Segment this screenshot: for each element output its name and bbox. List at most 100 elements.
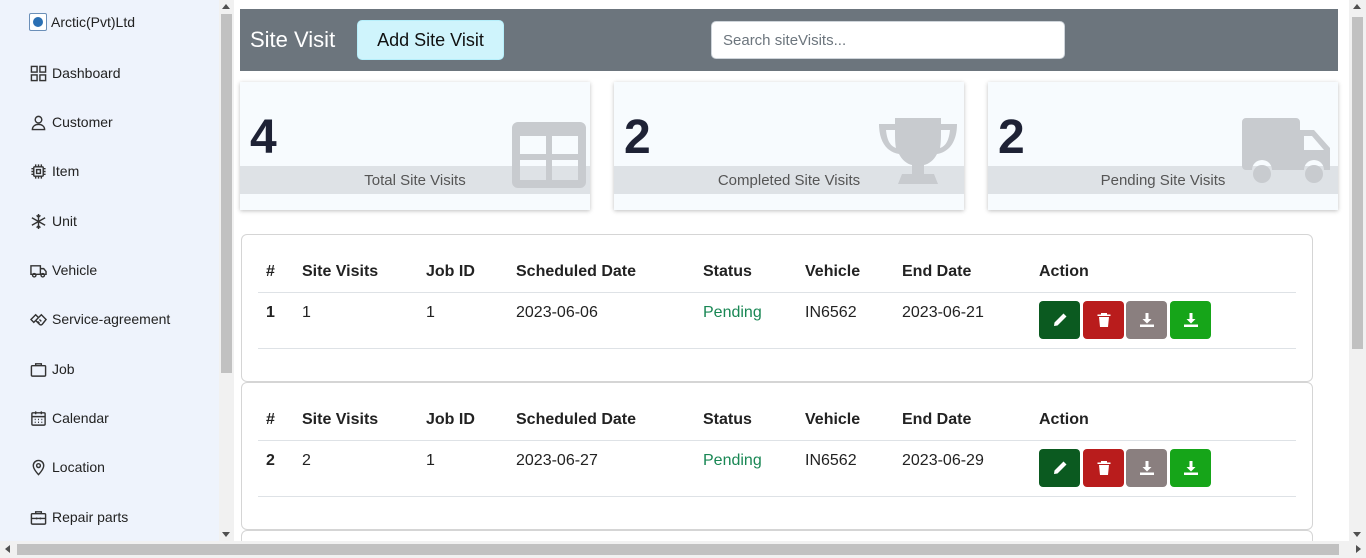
sidebar-scrollbar[interactable] (219, 0, 234, 541)
sidebar-item-label: Repair parts (52, 509, 129, 525)
brand-logo (29, 13, 47, 31)
stat-card-completed: 2 Completed Site Visits (614, 82, 964, 210)
table-header-row: # Site Visits Job ID Scheduled Date Stat… (258, 263, 1296, 293)
horizontal-scrollbar-thumb[interactable] (17, 544, 1339, 555)
sidebar-item-vehicle[interactable]: Vehicle (29, 259, 97, 281)
column-header-status: Status (703, 411, 752, 428)
search-input[interactable] (711, 21, 1065, 59)
trash-icon (1097, 461, 1110, 475)
stat-value: 4 (250, 111, 277, 164)
column-header-end-date: End Date (902, 263, 972, 280)
site-visit-card: # Site Visits Job ID Scheduled Date Stat… (241, 382, 1313, 530)
trash-icon (1097, 313, 1110, 327)
brand-name: Arctic(Pvt)Ltd (51, 14, 136, 30)
toolbox-icon (29, 508, 47, 526)
stat-value: 2 (624, 111, 651, 164)
end-date-cell: 2023-06-21 (902, 304, 984, 321)
sidebar-item-location[interactable]: Location (29, 456, 105, 478)
column-header-vehicle: Vehicle (805, 263, 861, 280)
scheduled-date-cell: 2023-06-27 (516, 452, 598, 469)
stat-card-total: 4 Total Site Visits (240, 82, 590, 210)
download-icon (1139, 313, 1154, 327)
job-id-cell: 1 (426, 304, 435, 321)
scroll-down-arrow-icon[interactable] (1353, 532, 1361, 537)
sidebar-item-service-agreement[interactable]: Service-agreement (29, 308, 170, 330)
pencil-icon (1053, 313, 1066, 326)
scroll-down-arrow-icon[interactable] (222, 532, 230, 537)
scroll-up-arrow-icon[interactable] (1353, 4, 1361, 9)
sidebar-item-dashboard[interactable]: Dashboard (29, 62, 121, 84)
sidebar-item-label: Unit (52, 213, 77, 229)
pencil-icon (1053, 461, 1066, 474)
status-badge: Pending (703, 304, 762, 321)
sidebar-item-calendar[interactable]: Calendar (29, 407, 109, 429)
column-header-action: Action (1039, 263, 1089, 280)
page-header: Site Visit Add Site Visit (240, 9, 1338, 71)
brand[interactable]: Arctic(Pvt)Ltd (29, 13, 135, 31)
column-header-scheduled-date: Scheduled Date (516, 263, 637, 280)
stat-label: Pending Site Visits (1100, 172, 1226, 189)
page-title: Site Visit (250, 27, 336, 52)
vehicle-cell: IN6562 (805, 304, 857, 321)
snowflake-icon (29, 212, 47, 230)
column-header-index: # (266, 411, 275, 428)
edit-button[interactable] (1039, 301, 1080, 339)
sidebar-scrollbar-thumb[interactable] (221, 14, 232, 373)
row-index: 2 (266, 452, 275, 469)
handshake-icon (29, 310, 47, 328)
sidebar-item-label: Vehicle (52, 262, 98, 278)
vertical-scrollbar-thumb[interactable] (1352, 17, 1363, 349)
site-visit-cell: 2 (302, 452, 311, 469)
sidebar-item-repair-parts[interactable]: Repair parts (29, 506, 128, 528)
export-button[interactable] (1170, 301, 1211, 339)
person-icon (29, 113, 47, 131)
table-row: 2 2 1 2023-06-27 Pending IN6562 2023-06-… (258, 440, 1296, 497)
chip-icon (29, 162, 47, 180)
site-visit-card: # Site Visits Job ID Scheduled Date Stat… (241, 234, 1313, 382)
download-button[interactable] (1126, 301, 1167, 339)
scroll-left-arrow-icon[interactable] (5, 545, 10, 553)
add-site-visit-button[interactable]: Add Site Visit (357, 20, 504, 60)
sidebar: Arctic(Pvt)Ltd Dashboard Customer Item U… (0, 0, 219, 541)
table-header-row: # Site Visits Job ID Scheduled Date Stat… (258, 411, 1296, 441)
column-header-end-date: End Date (902, 411, 972, 428)
sidebar-item-label: Calendar (52, 410, 109, 426)
page-horizontal-scrollbar[interactable] (0, 541, 1366, 558)
column-header-index: # (266, 263, 275, 280)
end-date-cell: 2023-06-29 (902, 452, 984, 469)
column-header-vehicle: Vehicle (805, 411, 861, 428)
sidebar-item-label: Customer (52, 114, 113, 130)
app-window: Arctic(Pvt)Ltd Dashboard Customer Item U… (0, 0, 1366, 558)
sidebar-item-customer[interactable]: Customer (29, 111, 113, 133)
sidebar-item-item[interactable]: Item (29, 160, 79, 182)
export-button[interactable] (1170, 449, 1211, 487)
column-header-site-visits: Site Visits (302, 411, 379, 428)
stat-label: Completed Site Visits (717, 172, 861, 189)
sidebar-item-unit[interactable]: Unit (29, 210, 77, 232)
calendar-icon (29, 409, 47, 427)
stat-label: Total Site Visits (364, 172, 466, 189)
truck-icon (29, 261, 47, 279)
scroll-right-arrow-icon[interactable] (1356, 545, 1361, 553)
download-button[interactable] (1126, 449, 1167, 487)
column-header-action: Action (1039, 411, 1089, 428)
table-row: 1 1 1 2023-06-06 Pending IN6562 2023-06-… (258, 292, 1296, 349)
sidebar-item-label: Location (52, 459, 105, 475)
column-header-job-id: Job ID (426, 263, 475, 280)
stat-card-pending: 2 Pending Site Visits (988, 82, 1338, 210)
briefcase-icon (29, 360, 47, 378)
scroll-up-arrow-icon[interactable] (222, 4, 230, 9)
download-icon (1183, 461, 1198, 475)
sidebar-item-label: Item (52, 163, 80, 179)
site-visit-cell: 1 (302, 304, 311, 321)
scheduled-date-cell: 2023-06-06 (516, 304, 598, 321)
download-icon (1183, 313, 1198, 327)
location-pin-icon (29, 458, 47, 476)
edit-button[interactable] (1039, 449, 1080, 487)
page-vertical-scrollbar[interactable] (1349, 0, 1366, 541)
sidebar-item-job[interactable]: Job (29, 358, 75, 380)
dashboard-icon (29, 64, 47, 82)
vehicle-cell: IN6562 (805, 452, 857, 469)
delete-button[interactable] (1083, 301, 1124, 339)
delete-button[interactable] (1083, 449, 1124, 487)
